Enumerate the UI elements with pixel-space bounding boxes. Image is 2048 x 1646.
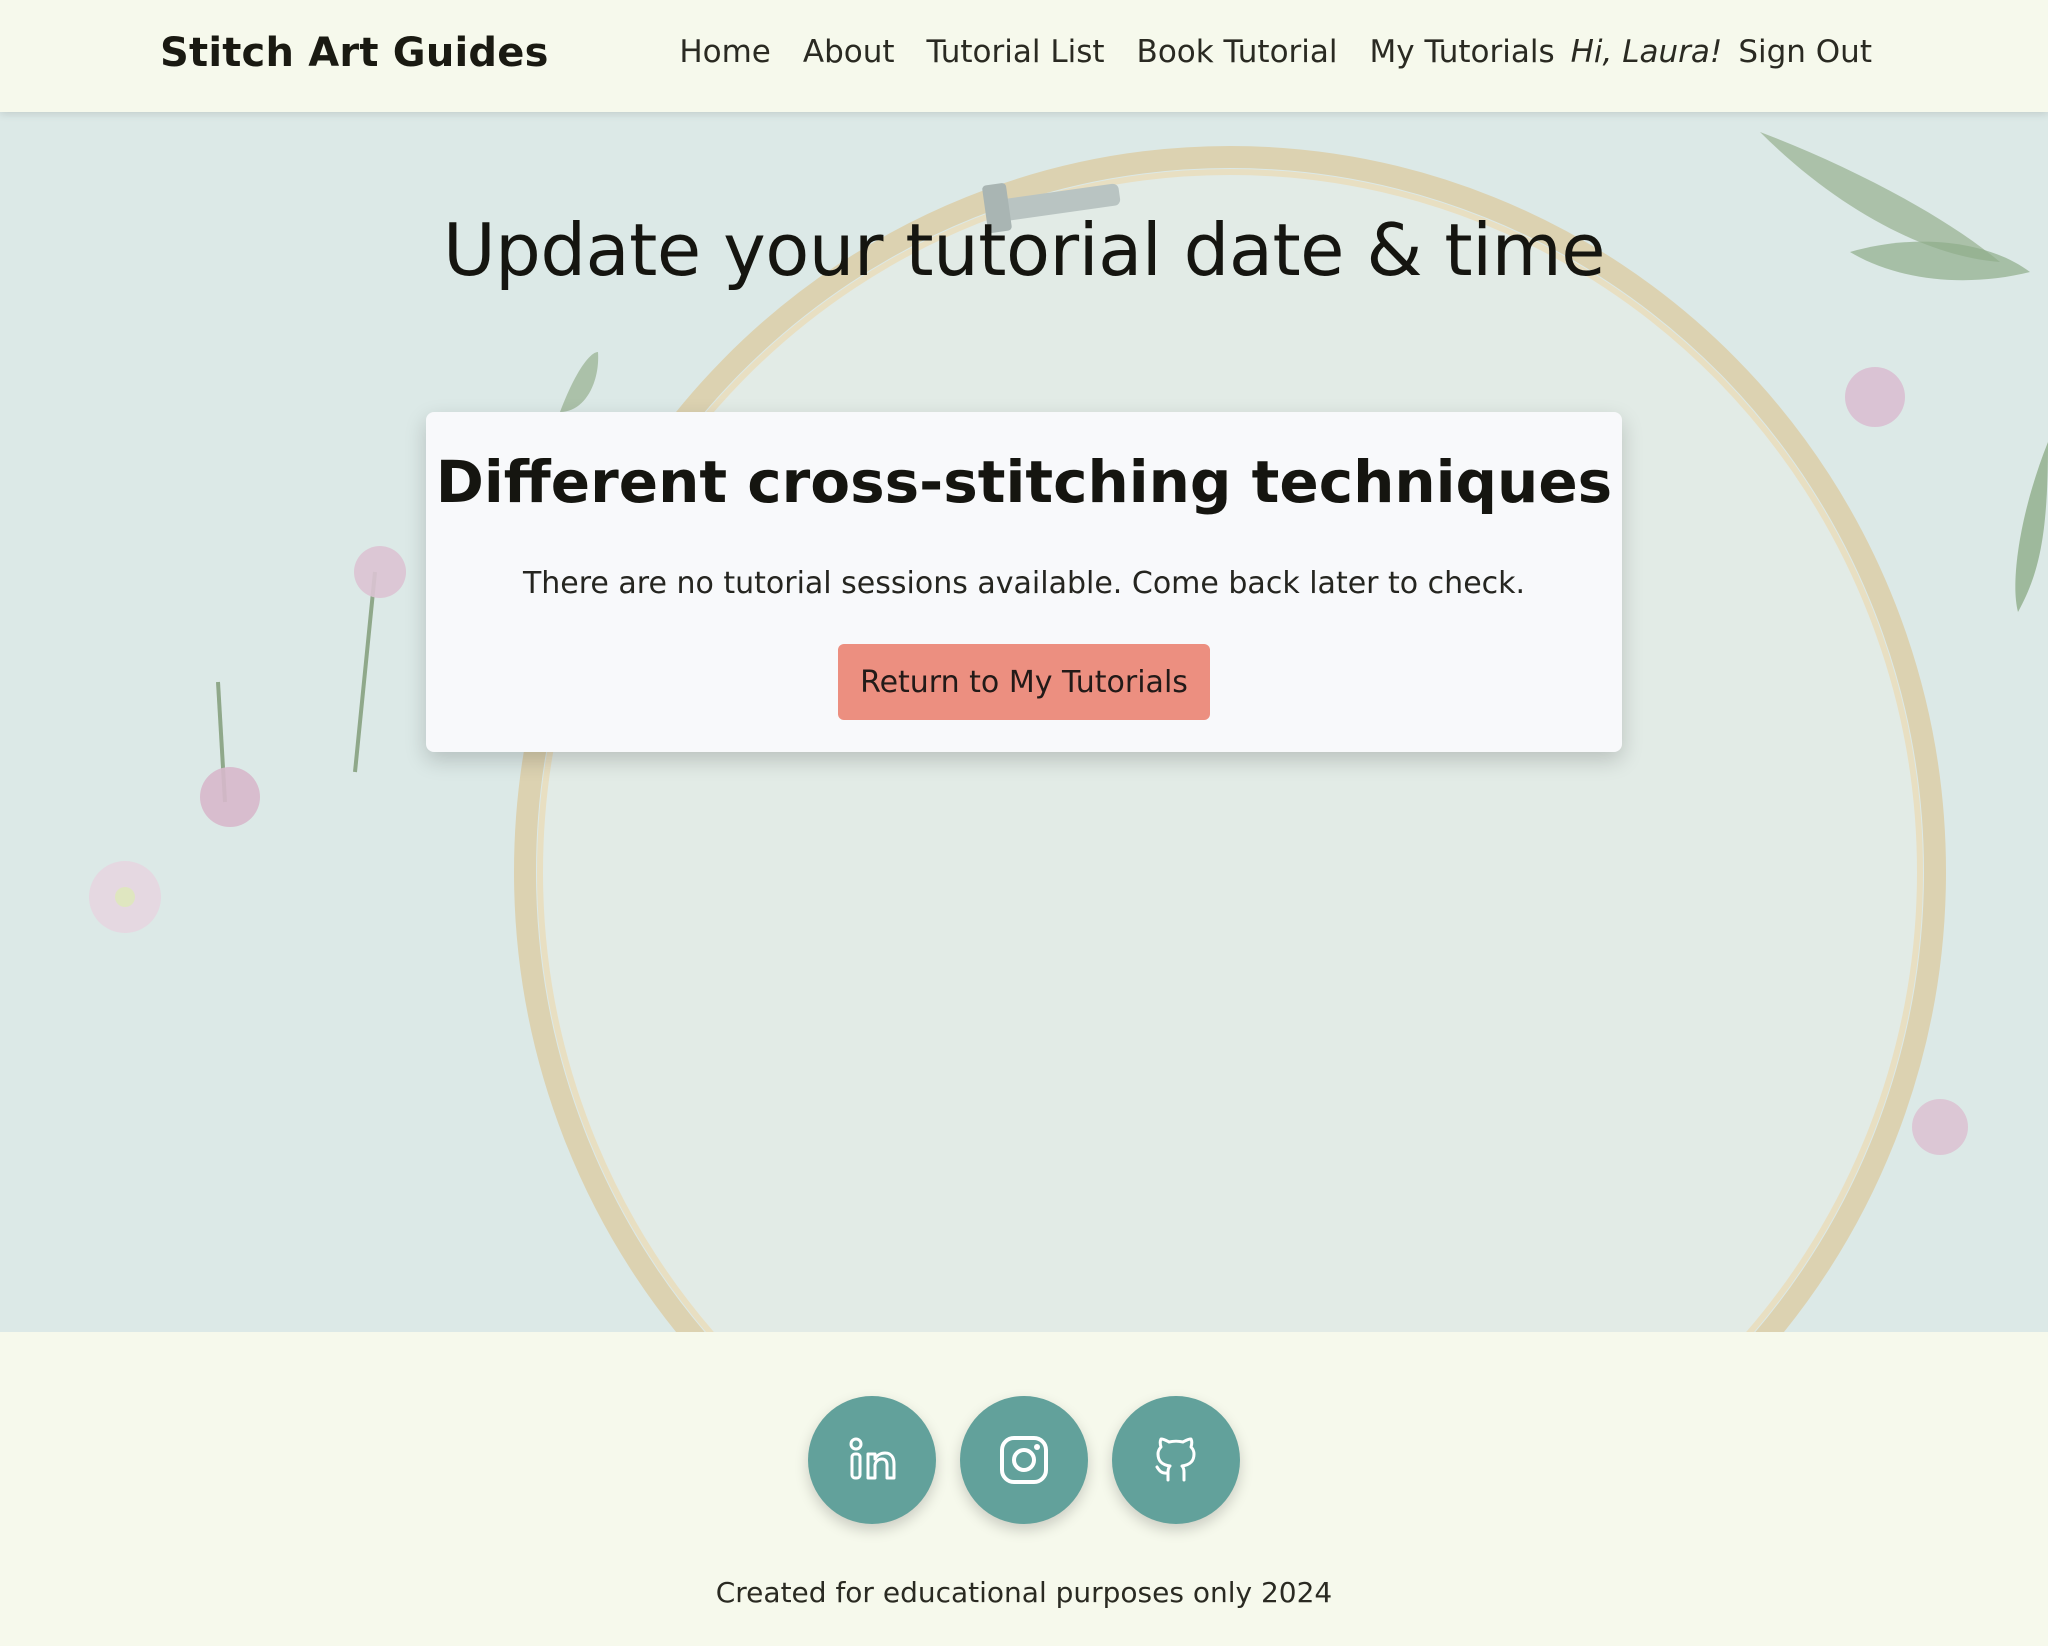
page-title: Update your tutorial date & time — [442, 208, 1606, 292]
instagram-icon — [1000, 1436, 1048, 1484]
linkedin-link[interactable] — [808, 1396, 936, 1524]
user-greeting: Hi, Laura! — [1570, 34, 1723, 70]
nav-my-tutorials[interactable]: My Tutorials — [1370, 34, 1555, 70]
nav-about[interactable]: About — [803, 34, 895, 70]
hero-section: Update your tutorial date & time Differe… — [0, 112, 2048, 1332]
github-icon — [1155, 1437, 1196, 1482]
instagram-link[interactable] — [960, 1396, 1088, 1524]
footer-copyright: Created for educational purposes only 20… — [715, 1576, 1333, 1609]
nav-tutorial-list[interactable]: Tutorial List — [927, 34, 1105, 70]
nav-book-tutorial[interactable]: Book Tutorial — [1137, 34, 1338, 70]
social-links — [0, 1396, 2048, 1524]
nav-links: Home About Tutorial List Book Tutorial M… — [647, 34, 1872, 70]
brand-logo[interactable]: Stitch Art Guides — [160, 30, 549, 76]
footer: Created for educational purposes only 20… — [0, 1332, 2048, 1646]
navbar: Stitch Art Guides Home About Tutorial Li… — [0, 0, 2048, 112]
tutorial-title: Different cross-stitching techniques — [435, 448, 1613, 516]
nav-sign-out[interactable]: Sign Out — [1738, 34, 1872, 70]
nav-home[interactable]: Home — [679, 34, 771, 70]
return-to-my-tutorials-button[interactable]: Return to My Tutorials — [838, 644, 1210, 720]
no-sessions-message: There are no tutorial sessions available… — [522, 566, 1526, 601]
tutorial-card: Different cross-stitching techniques The… — [426, 412, 1622, 752]
github-link[interactable] — [1112, 1396, 1240, 1524]
linkedin-icon — [849, 1437, 896, 1480]
